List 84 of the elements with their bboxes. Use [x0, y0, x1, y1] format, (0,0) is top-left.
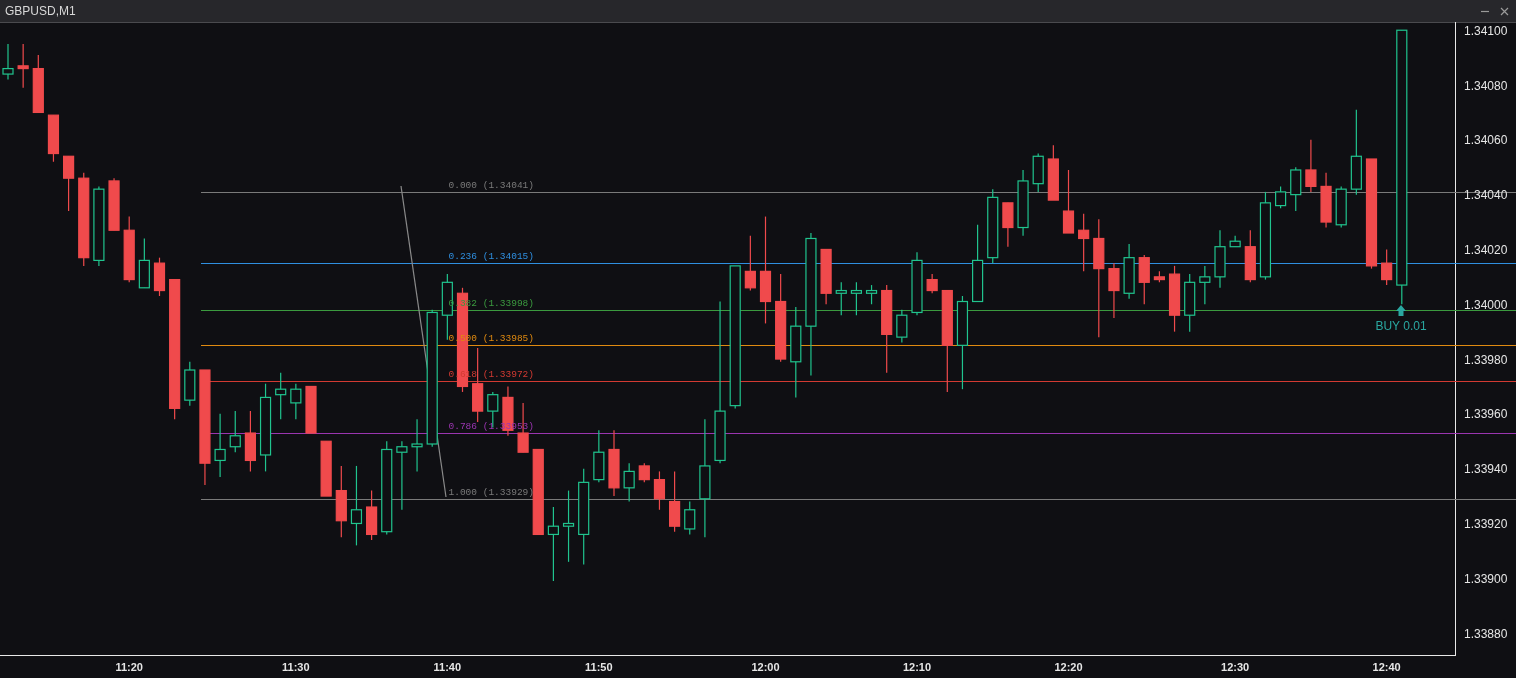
candle	[1123, 243, 1135, 300]
candle	[275, 372, 287, 420]
candle	[1320, 172, 1332, 229]
candle	[638, 462, 650, 483]
candle	[1168, 265, 1181, 333]
candle	[744, 235, 756, 292]
candle	[47, 114, 60, 163]
time-label: 11:20	[115, 661, 143, 673]
candle	[1002, 202, 1014, 248]
candle	[911, 251, 923, 316]
candle	[17, 43, 29, 89]
candle	[1229, 235, 1241, 248]
fib-level-label: 0.236 (1.34015)	[448, 250, 534, 262]
time-label: 12:40	[1372, 661, 1401, 673]
time-label: 11:40	[433, 661, 462, 673]
candle	[820, 248, 832, 305]
candle	[1017, 169, 1029, 237]
candle	[623, 462, 635, 503]
candle	[1214, 229, 1226, 289]
candle	[1244, 229, 1256, 283]
candle	[1335, 185, 1347, 229]
candle	[1290, 166, 1302, 212]
candle	[108, 177, 120, 231]
price-label: 1.33900	[1464, 571, 1508, 586]
price-label: 1.34000	[1464, 297, 1508, 312]
candle	[1184, 273, 1196, 333]
time-label: 12:30	[1221, 661, 1250, 673]
price-label: 1.33880	[1464, 626, 1508, 641]
candle	[63, 155, 75, 212]
close-icon[interactable]	[1500, 6, 1509, 16]
minimize-icon[interactable]	[1480, 9, 1490, 13]
candle	[153, 257, 166, 297]
candle	[865, 284, 878, 305]
candle	[1305, 139, 1317, 193]
time-label: 12:00	[751, 661, 780, 673]
time-label: 12:10	[902, 661, 932, 673]
candle	[835, 281, 847, 316]
order-label: BUY 0.01	[1375, 319, 1427, 333]
candle	[1153, 270, 1165, 283]
fib-level-label: 0.000 (1.34041)	[448, 179, 534, 191]
candle	[229, 410, 241, 453]
candle	[1381, 248, 1393, 286]
time-label: 11:50	[585, 661, 613, 673]
candle	[850, 281, 862, 316]
candle	[32, 54, 44, 114]
candle	[1078, 213, 1090, 272]
candle	[214, 413, 226, 478]
candle	[123, 215, 135, 283]
candle	[320, 440, 332, 497]
price-label: 1.34060	[1464, 133, 1508, 148]
candle	[411, 418, 423, 472]
candle	[1199, 265, 1211, 305]
price-label: 1.33940	[1464, 462, 1508, 477]
candle	[1275, 185, 1287, 209]
price-label: 1.33960	[1464, 407, 1508, 422]
candle	[684, 500, 696, 536]
candle	[669, 470, 681, 533]
price-label: 1.34100	[1464, 23, 1508, 38]
candle	[1062, 169, 1075, 234]
price-label: 1.33980	[1464, 352, 1508, 367]
candle	[290, 383, 302, 420]
candle	[366, 489, 378, 541]
window-title: GBPUSD,M1	[5, 4, 76, 18]
price-label: 1.34080	[1464, 78, 1508, 93]
candle	[1032, 152, 1044, 193]
candle	[1047, 144, 1059, 201]
candle	[926, 273, 938, 294]
price-label: 1.34020	[1464, 242, 1508, 257]
candle	[396, 440, 408, 511]
price-label: 1.33920	[1464, 516, 1508, 531]
buy-arrow-icon	[1396, 305, 1406, 316]
candle	[184, 361, 196, 407]
candle	[896, 309, 908, 344]
price-label: 1.34040	[1464, 188, 1508, 203]
time-label: 11:30	[282, 661, 310, 673]
candle	[608, 429, 620, 497]
candle	[244, 410, 256, 472]
candle	[1138, 254, 1150, 305]
candle	[1108, 262, 1120, 319]
candle	[138, 237, 150, 289]
time-label: 12:20	[1054, 661, 1083, 673]
candle	[305, 385, 317, 434]
candle	[653, 470, 666, 511]
candle	[593, 429, 605, 483]
